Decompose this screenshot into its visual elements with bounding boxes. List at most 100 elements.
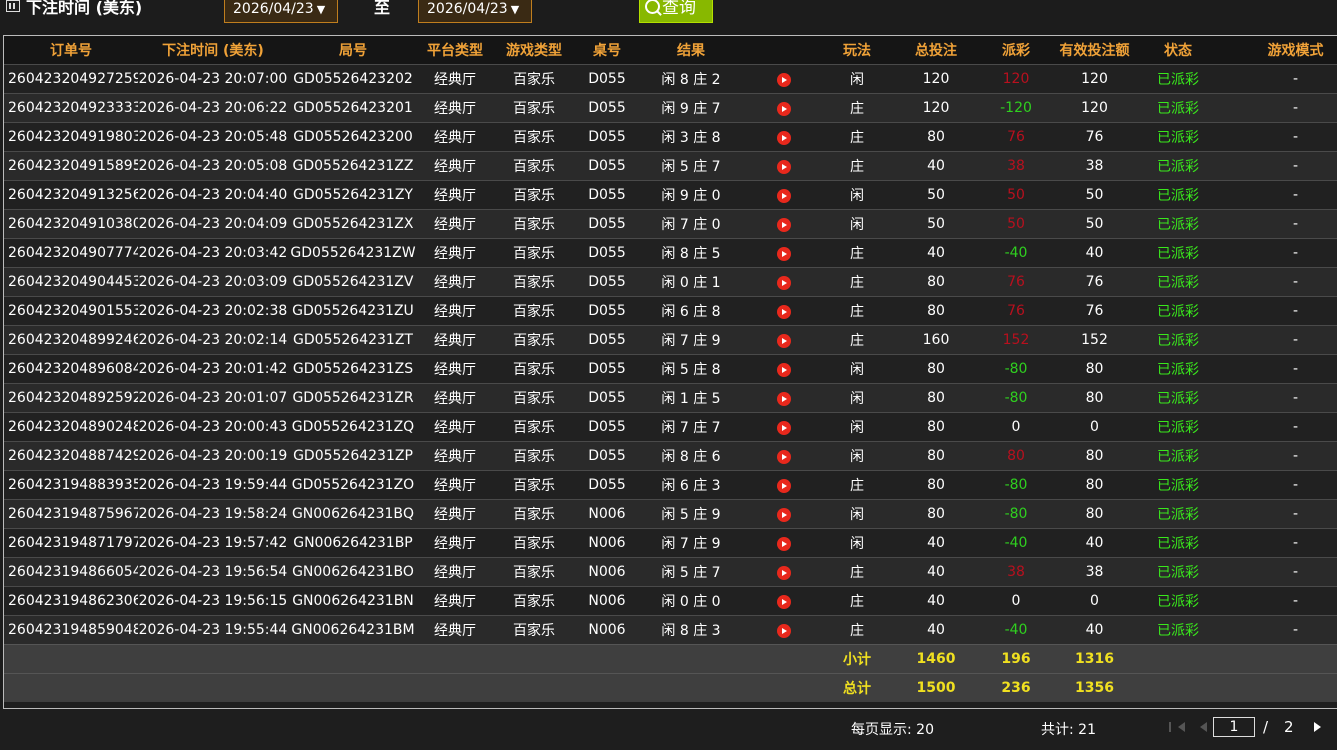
result-cell: 闲 9 庄 7 bbox=[638, 93, 744, 123]
game-type-cell: 百家乐 bbox=[492, 499, 576, 529]
end-date-select[interactable]: 2026/04/23 ▼ bbox=[418, 0, 532, 23]
payout-cell: 76 bbox=[982, 296, 1050, 326]
valid-bet-cell: 40 bbox=[1050, 615, 1139, 645]
play-cell: 闲 bbox=[824, 64, 890, 94]
table-no-cell: D055 bbox=[576, 267, 638, 297]
status-cell: 已派彩 bbox=[1139, 180, 1217, 210]
result-cell: 闲 5 庄 7 bbox=[638, 557, 744, 587]
game-mode-cell: - bbox=[1217, 151, 1337, 181]
replay-cell[interactable] bbox=[744, 122, 824, 152]
prev-page-icon[interactable] bbox=[1200, 722, 1207, 732]
game-type-cell: 百家乐 bbox=[492, 296, 576, 326]
first-page-icon[interactable] bbox=[1169, 722, 1185, 732]
page-number-input[interactable] bbox=[1213, 717, 1255, 737]
replay-cell[interactable] bbox=[744, 499, 824, 529]
valid-bet-cell: 40 bbox=[1050, 528, 1139, 558]
query-button-label: 查询 bbox=[662, 0, 696, 18]
end-date-value: 2026/04/23 bbox=[427, 1, 508, 17]
valid-bet-cell: 80 bbox=[1050, 441, 1139, 471]
replay-cell[interactable] bbox=[744, 180, 824, 210]
play-video-icon[interactable] bbox=[777, 392, 791, 406]
replay-cell[interactable] bbox=[744, 238, 824, 268]
platform-cell: 经典厅 bbox=[418, 615, 492, 645]
play-video-icon[interactable] bbox=[777, 73, 791, 87]
table-row: 260423204927259 2026-04-23 20:07:00 GD0552… bbox=[4, 64, 1337, 94]
table-no-cell: D055 bbox=[576, 470, 638, 500]
order-no-cell: 260423194883935 bbox=[4, 470, 138, 500]
play-video-icon[interactable] bbox=[777, 595, 791, 609]
replay-cell[interactable] bbox=[744, 209, 824, 239]
order-no-cell: 260423204919803 bbox=[4, 122, 138, 152]
replay-cell[interactable] bbox=[744, 354, 824, 384]
play-cell: 庄 bbox=[824, 586, 890, 616]
replay-cell[interactable] bbox=[744, 383, 824, 413]
play-video-icon[interactable] bbox=[777, 363, 791, 377]
replay-cell[interactable] bbox=[744, 93, 824, 123]
total-bet-cell: 120 bbox=[890, 93, 982, 123]
table-row: 260423194871797 2026-04-23 19:57:42 GN0062… bbox=[4, 528, 1337, 558]
play-video-icon[interactable] bbox=[777, 160, 791, 174]
replay-cell[interactable] bbox=[744, 557, 824, 587]
play-video-icon[interactable] bbox=[777, 247, 791, 261]
bet-time-cell: 2026-04-23 20:01:07 bbox=[138, 383, 288, 413]
replay-cell[interactable] bbox=[744, 267, 824, 297]
play-video-icon[interactable] bbox=[777, 566, 791, 580]
table-no-cell: D055 bbox=[576, 354, 638, 384]
total-bet-cell: 80 bbox=[890, 122, 982, 152]
platform-cell: 经典厅 bbox=[418, 528, 492, 558]
total-bet-cell: 80 bbox=[890, 470, 982, 500]
replay-cell[interactable] bbox=[744, 151, 824, 181]
payout-cell: -40 bbox=[982, 528, 1050, 558]
play-video-icon[interactable] bbox=[777, 102, 791, 116]
play-cell: 闲 bbox=[824, 412, 890, 442]
table-no-cell: D055 bbox=[576, 238, 638, 268]
replay-cell[interactable] bbox=[744, 296, 824, 326]
play-video-icon[interactable] bbox=[777, 479, 791, 493]
play-video-icon[interactable] bbox=[777, 305, 791, 319]
table-no-cell: N006 bbox=[576, 499, 638, 529]
play-video-icon[interactable] bbox=[777, 131, 791, 145]
order-no-cell: 260423204896084 bbox=[4, 354, 138, 384]
replay-cell[interactable] bbox=[744, 325, 824, 355]
replay-cell[interactable] bbox=[744, 64, 824, 94]
play-cell: 闲 bbox=[824, 180, 890, 210]
play-video-icon[interactable] bbox=[777, 189, 791, 203]
query-button[interactable]: 查询 bbox=[639, 0, 713, 23]
replay-cell[interactable] bbox=[744, 528, 824, 558]
table-row: 260423204913256 2026-04-23 20:04:40 GD0552… bbox=[4, 180, 1337, 210]
play-cell: 庄 bbox=[824, 151, 890, 181]
play-cell: 闲 bbox=[824, 528, 890, 558]
next-page-icon[interactable] bbox=[1314, 722, 1321, 732]
play-video-icon[interactable] bbox=[777, 537, 791, 551]
play-video-icon[interactable] bbox=[777, 276, 791, 290]
replay-cell[interactable] bbox=[744, 470, 824, 500]
valid-bet-cell: 40 bbox=[1050, 238, 1139, 268]
bet-time-cell: 2026-04-23 19:57:42 bbox=[138, 528, 288, 558]
game-type-cell: 百家乐 bbox=[492, 180, 576, 210]
table-no-cell: D055 bbox=[576, 296, 638, 326]
valid-bet-cell: 76 bbox=[1050, 267, 1139, 297]
play-video-icon[interactable] bbox=[777, 334, 791, 348]
replay-cell[interactable] bbox=[744, 586, 824, 616]
bet-time-cell: 2026-04-23 19:58:24 bbox=[138, 499, 288, 529]
total-spacer-end bbox=[1139, 673, 1337, 702]
replay-cell[interactable] bbox=[744, 412, 824, 442]
col-header-replay bbox=[744, 36, 824, 65]
valid-bet-cell: 80 bbox=[1050, 470, 1139, 500]
replay-cell[interactable] bbox=[744, 615, 824, 645]
game-mode-cell: - bbox=[1217, 586, 1337, 616]
play-video-icon[interactable] bbox=[777, 624, 791, 638]
play-video-icon[interactable] bbox=[777, 450, 791, 464]
bet-time-cell: 2026-04-23 19:55:44 bbox=[138, 615, 288, 645]
play-video-icon[interactable] bbox=[777, 508, 791, 522]
replay-cell[interactable] bbox=[744, 441, 824, 471]
play-video-icon[interactable] bbox=[777, 421, 791, 435]
order-no-cell: 260423204910380 bbox=[4, 209, 138, 239]
platform-cell: 经典厅 bbox=[418, 122, 492, 152]
total-bet-cell: 50 bbox=[890, 180, 982, 210]
status-cell: 已派彩 bbox=[1139, 499, 1217, 529]
start-date-select[interactable]: 2026/04/23 ▼ bbox=[224, 0, 338, 23]
play-video-icon[interactable] bbox=[777, 218, 791, 232]
total-bet-cell: 40 bbox=[890, 528, 982, 558]
total-count-label: 共计: 21 bbox=[1041, 722, 1096, 738]
